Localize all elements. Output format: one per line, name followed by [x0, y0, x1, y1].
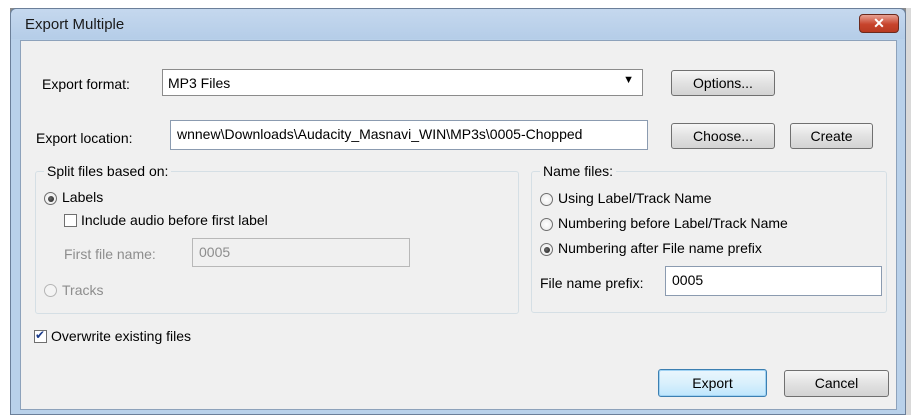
labels-radio[interactable]: [44, 192, 57, 205]
using-label-track-radio[interactable]: [540, 193, 553, 206]
numbering-before-radio[interactable]: [540, 218, 553, 231]
file-name-prefix-value: 0005: [672, 272, 704, 288]
export-button[interactable]: Export: [658, 369, 767, 397]
export-format-select[interactable]: MP3 Files ▼: [162, 69, 643, 96]
export-format-label: Export format:: [42, 76, 130, 92]
export-location-value: wnnew\Downloads\Audacity_Masnavi_WIN\MP3…: [177, 126, 583, 142]
tracks-radio-label: Tracks: [62, 282, 104, 298]
background-left: [0, 8, 10, 415]
split-files-title: Split files based on:: [44, 163, 172, 179]
options-button[interactable]: Options...: [671, 70, 775, 96]
first-file-name-input: 0005: [192, 238, 410, 267]
split-files-group: Split files based on: Labels Include aud…: [35, 163, 519, 314]
first-file-name-label: First file name:: [64, 246, 156, 262]
title-bar[interactable]: Export Multiple ✕: [11, 9, 905, 39]
file-name-prefix-label: File name prefix:: [540, 275, 644, 291]
labels-radio-label[interactable]: Labels: [62, 189, 103, 205]
dialog-title: Export Multiple: [25, 16, 125, 33]
name-files-title: Name files:: [540, 163, 617, 179]
background-top: [0, 0, 911, 8]
export-format-value: MP3 Files: [168, 75, 231, 91]
choose-button[interactable]: Choose...: [671, 123, 775, 149]
export-multiple-dialog: Export Multiple ✕ Export format: MP3 Fil…: [10, 8, 906, 415]
create-button[interactable]: Create: [790, 123, 873, 149]
export-location-input[interactable]: wnnew\Downloads\Audacity_Masnavi_WIN\MP3…: [170, 120, 648, 150]
file-name-prefix-input[interactable]: 0005: [665, 266, 882, 296]
chevron-down-icon: ▼: [623, 74, 634, 86]
dialog-body: Export format: MP3 Files ▼ Options... Ex…: [20, 40, 897, 410]
name-files-group: Name files: Using Label/Track Name Numbe…: [531, 163, 887, 313]
overwrite-checkbox[interactable]: [34, 328, 47, 343]
tracks-radio: [44, 284, 57, 297]
first-file-name-value: 0005: [199, 244, 231, 260]
include-audio-checkbox[interactable]: [64, 214, 77, 227]
cancel-button[interactable]: Cancel: [784, 370, 889, 397]
using-label-track-label[interactable]: Using Label/Track Name: [558, 190, 712, 206]
close-icon: ✕: [873, 15, 885, 31]
background-right: [906, 8, 911, 415]
include-audio-label[interactable]: Include audio before first label: [81, 212, 268, 228]
numbering-before-label[interactable]: Numbering before Label/Track Name: [558, 215, 788, 231]
overwrite-label[interactable]: Overwrite existing files: [51, 328, 191, 344]
numbering-after-radio[interactable]: [540, 243, 553, 256]
numbering-after-label[interactable]: Numbering after File name prefix: [558, 240, 762, 256]
close-button[interactable]: ✕: [859, 14, 899, 33]
export-location-label: Export location:: [36, 130, 133, 146]
